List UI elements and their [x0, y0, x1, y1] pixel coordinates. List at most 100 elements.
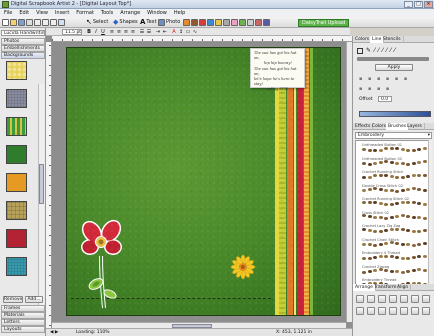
- section-backgrounds[interactable]: Backgrounds: [1, 52, 45, 59]
- tab-stencils[interactable]: Stencils: [381, 36, 404, 43]
- calligraphy-icon[interactable]: ⁄: [386, 47, 387, 54]
- align-center-icon[interactable]: ≡: [116, 29, 122, 35]
- text-color-icon[interactable]: A: [171, 29, 177, 35]
- section-materials[interactable]: Materials: [1, 312, 45, 319]
- underline-button[interactable]: U: [100, 29, 106, 35]
- fill-icon[interactable]: [207, 19, 214, 26]
- shapes-tool[interactable]: ◆ Shapes: [113, 18, 138, 27]
- scrapbook-page[interactable]: The sun has got his hat on, hip hip hoor…: [66, 47, 341, 316]
- numbering-icon[interactable]: ☰: [146, 29, 152, 35]
- paste-icon[interactable]: [50, 19, 57, 26]
- arrange-tool-icon[interactable]: [378, 307, 386, 315]
- text-path-icon[interactable]: ∿: [192, 29, 198, 35]
- align-right-icon[interactable]: ≡: [123, 29, 129, 35]
- align-left-icon[interactable]: ≡: [109, 29, 115, 35]
- section-embellishments[interactable]: Embellishments: [1, 45, 45, 52]
- arrange-tool-icon[interactable]: [411, 295, 419, 303]
- maximize-button[interactable]: □: [414, 1, 423, 8]
- font-size-select[interactable]: 11.5 pt: [62, 29, 82, 35]
- outdent-icon[interactable]: ⇤: [162, 29, 168, 35]
- menu-view[interactable]: View: [32, 9, 51, 16]
- new-icon[interactable]: [2, 19, 9, 26]
- more-icon[interactable]: ⁄: [394, 47, 395, 54]
- journal-card[interactable]: The sun has got his hat on, hip hip hoor…: [250, 48, 305, 91]
- background-thumbnail[interactable]: [6, 257, 27, 276]
- line-swatch-icon[interactable]: [357, 47, 363, 54]
- menu-arrange[interactable]: Arrange: [116, 9, 143, 16]
- brush-list-scrollbar[interactable]: [428, 140, 432, 290]
- menu-format[interactable]: Format: [72, 9, 97, 16]
- dash-icon[interactable]: ⁄: [378, 47, 379, 54]
- line-weight-slider[interactable]: [357, 57, 429, 61]
- undo-icon[interactable]: [58, 19, 65, 26]
- scroll-knob[interactable]: [39, 164, 44, 204]
- cut-icon[interactable]: [34, 19, 41, 26]
- bold-button[interactable]: B: [86, 29, 92, 35]
- offset-input[interactable]: 0.0: [378, 96, 392, 102]
- section-frames[interactable]: Frames: [1, 305, 45, 312]
- menu-file[interactable]: File: [0, 9, 15, 16]
- ribbon-orange-rickrack[interactable]: [304, 48, 309, 315]
- brush-item[interactable]: Cross Stitch 02: [362, 211, 428, 222]
- stamp-icon[interactable]: [215, 19, 222, 26]
- arrange-tool-icon[interactable]: [389, 295, 397, 303]
- red-flower-embellishment[interactable]: [79, 214, 129, 310]
- section-photos[interactable]: Photos: [1, 38, 45, 45]
- justify-icon[interactable]: ≡: [130, 29, 136, 35]
- brush-item[interactable]: Unthreaded Button 02: [362, 157, 428, 168]
- font-name-select[interactable]: Lucida Handwriting: [1, 30, 45, 36]
- menu-edit[interactable]: Edit: [15, 9, 32, 16]
- background-thumbnail[interactable]: [6, 201, 27, 220]
- arrange-tool-icon[interactable]: [367, 307, 375, 315]
- menu-help[interactable]: Help: [170, 9, 188, 16]
- copy-icon[interactable]: [42, 19, 49, 26]
- background-thumbnail[interactable]: [6, 173, 27, 192]
- italic-button[interactable]: I: [93, 29, 99, 35]
- yellow-daisy-embellishment[interactable]: [230, 254, 256, 280]
- opacity-slider[interactable]: [359, 111, 431, 117]
- minimize-button[interactable]: _: [404, 1, 413, 8]
- brush-item[interactable]: Unthreaded Button 01: [362, 143, 428, 154]
- tab-align[interactable]: Align: [395, 284, 412, 291]
- zoom-icon[interactable]: [247, 19, 254, 26]
- arrange-tool-icon[interactable]: [422, 307, 430, 315]
- arrow-icon[interactable]: ⁄: [390, 47, 391, 54]
- text-frame-icon[interactable]: ▭: [185, 29, 191, 35]
- indent-icon[interactable]: ⇥: [155, 29, 161, 35]
- brush-item[interactable]: Crochet Chain Stitch: [362, 238, 428, 249]
- photo-tool[interactable]: Photo: [158, 18, 180, 27]
- pen-icon[interactable]: ✎: [366, 47, 371, 54]
- arrange-tool-icon[interactable]: [378, 295, 386, 303]
- menu-tools[interactable]: Tools: [97, 9, 116, 16]
- arrange-tool-icon[interactable]: [400, 307, 408, 315]
- eraser-icon[interactable]: [199, 19, 206, 26]
- save-icon[interactable]: [18, 19, 25, 26]
- brush-item[interactable]: Crochet Running Stitch: [362, 170, 428, 181]
- menu-insert[interactable]: Insert: [51, 9, 72, 16]
- bullets-icon[interactable]: ☰: [139, 29, 145, 35]
- select-tool[interactable]: ↖ Select: [86, 18, 108, 27]
- add-button[interactable]: Add...: [25, 296, 43, 303]
- arrange-tool-icon[interactable]: [400, 295, 408, 303]
- section-letters[interactable]: Letters: [1, 319, 45, 326]
- arrange-tool-icon[interactable]: [356, 307, 364, 315]
- arrange-tool-icon[interactable]: [367, 295, 375, 303]
- background-thumbnail[interactable]: [6, 229, 27, 248]
- brush-icon[interactable]: [183, 19, 190, 26]
- brush-category-select[interactable]: Embroidery ▾: [355, 132, 432, 139]
- brush-item[interactable]: Double Cross Stitch 02: [362, 184, 428, 195]
- line-spacing-icon[interactable]: ↕: [178, 29, 184, 35]
- tab-layers[interactable]: Layers: [405, 123, 425, 130]
- open-icon[interactable]: [10, 19, 17, 26]
- brush-item[interactable]: Crochet Lazy Zig Zag: [362, 224, 428, 235]
- page-nav-icon[interactable]: ◀ ▶: [50, 329, 58, 336]
- brush-tool-icon[interactable]: ⁄: [374, 47, 375, 54]
- menu-window[interactable]: Window: [143, 9, 170, 16]
- thumbnail-scrollbar[interactable]: [38, 84, 44, 324]
- brush-item[interactable]: Crochet Running Stitch 02: [362, 197, 428, 208]
- hand-icon[interactable]: [239, 19, 246, 26]
- share-icon[interactable]: [263, 19, 270, 26]
- background-thumbnail[interactable]: [6, 117, 27, 136]
- apply-button[interactable]: Apply: [375, 64, 413, 71]
- pencil-icon[interactable]: [191, 19, 198, 26]
